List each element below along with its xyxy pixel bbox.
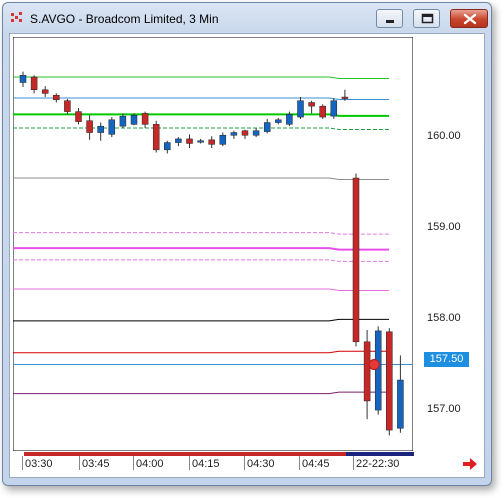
session-bar-navy	[346, 452, 414, 456]
y-tick-label: 158.00	[427, 312, 461, 325]
candle	[108, 117, 116, 138]
candle	[374, 326, 382, 415]
x-tick-mark	[244, 456, 245, 470]
candle-body	[152, 124, 160, 151]
candle-body	[186, 138, 193, 144]
x-tick-mark	[353, 456, 354, 470]
candle-body	[130, 115, 138, 125]
candle-body	[97, 125, 104, 133]
candle-body	[64, 100, 71, 112]
candle-body	[286, 114, 293, 125]
x-tick-label: 04:00	[136, 458, 164, 470]
candle-body	[263, 122, 271, 132]
candle-body	[363, 341, 371, 402]
x-tick-label: 04:30	[247, 458, 275, 470]
candle	[152, 120, 160, 153]
candle	[319, 104, 326, 119]
title-bar[interactable]: S.AVGO - Broadcom Limited, 3 Min	[3, 3, 491, 33]
chart-icon	[10, 11, 24, 25]
current-price-tag: 157.50	[424, 352, 469, 367]
minimize-button[interactable]	[376, 9, 403, 28]
candle-body	[197, 140, 204, 143]
minimize-icon	[386, 20, 394, 23]
price-marker	[368, 359, 380, 371]
candle-body	[19, 74, 27, 83]
candle-body	[230, 132, 238, 136]
candle-body	[119, 115, 127, 127]
chart-area[interactable]: 160.00 159.00 158.00 157.00 157.50 03:30 03:…	[9, 33, 485, 478]
y-tick-label: 157.00	[427, 403, 461, 416]
candle-body	[374, 330, 382, 411]
candle-body	[241, 130, 249, 136]
candle	[352, 173, 360, 347]
candle-body	[75, 111, 82, 122]
x-tick-label: 22-22:30	[356, 458, 400, 470]
x-tick-mark	[299, 456, 300, 470]
candle-body	[219, 135, 227, 145]
x-tick-label: 03:45	[82, 458, 110, 470]
candle-body	[386, 331, 393, 431]
candle-body	[164, 142, 171, 151]
y-tick-label: 159.00	[427, 221, 461, 234]
maximize-icon	[421, 13, 434, 24]
session-bar-red	[24, 452, 346, 456]
candle-body	[330, 100, 338, 117]
candle-body	[208, 139, 215, 145]
candle-body	[141, 113, 149, 125]
x-tick-label: 03:30	[25, 458, 53, 470]
candle-body	[275, 119, 282, 123]
candle-body	[341, 96, 349, 99]
candle-body	[252, 130, 260, 136]
candle-body	[297, 100, 304, 118]
x-tick-mark	[133, 456, 134, 470]
candle-body	[86, 120, 93, 133]
candle-body	[175, 138, 182, 143]
candle-body	[319, 105, 326, 118]
candle-body	[30, 76, 38, 91]
x-tick-label: 04:15	[192, 458, 220, 470]
chart-window: S.AVGO - Broadcom Limited, 3 Min 160.00 1…	[2, 2, 492, 486]
x-tick-mark	[79, 456, 80, 470]
y-tick-label: 160.00	[427, 130, 461, 143]
candle-body	[41, 89, 49, 94]
candle-body	[352, 177, 360, 343]
price-plot[interactable]	[13, 37, 413, 451]
candle	[386, 328, 393, 436]
candle	[130, 113, 138, 126]
candle-body	[308, 102, 315, 107]
x-tick-mark	[189, 456, 190, 470]
candle-body	[108, 119, 116, 135]
candle-body	[397, 379, 404, 429]
close-button[interactable]	[450, 9, 488, 28]
scroll-right-arrow-icon[interactable]	[462, 458, 478, 470]
window-title: S.AVGO - Broadcom Limited, 3 Min	[30, 12, 219, 26]
close-icon	[463, 13, 477, 25]
candle-body	[53, 94, 60, 101]
x-tick-label: 04:45	[302, 458, 330, 470]
candle	[330, 97, 338, 119]
maximize-button[interactable]	[413, 9, 440, 28]
x-tick-mark	[22, 456, 23, 470]
